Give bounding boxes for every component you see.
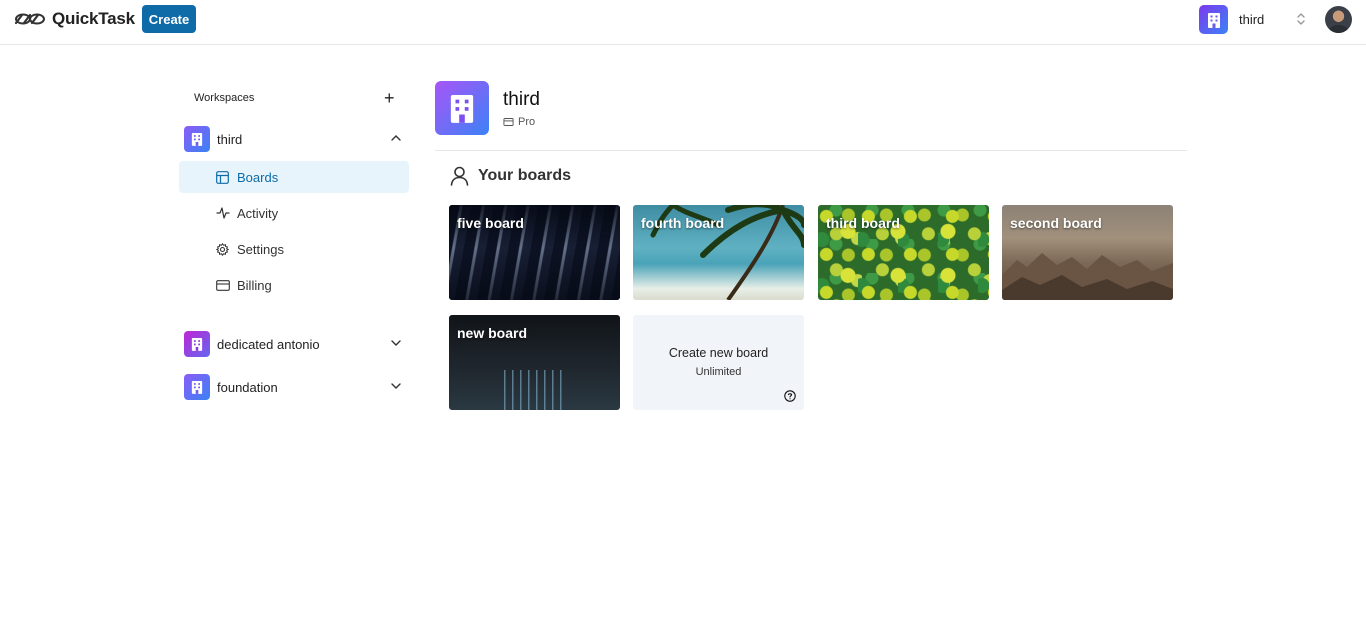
building-icon	[191, 133, 203, 146]
sidebar-workspace-foundation[interactable]: foundation	[179, 373, 409, 401]
infinity-link-icon	[14, 13, 45, 25]
page-title: third	[503, 89, 540, 110]
sidebar-item-label: Boards	[237, 169, 279, 185]
workspace-header-avatar	[435, 81, 489, 135]
sidebar-item-settings[interactable]: Settings	[179, 233, 409, 265]
sidebar-item-label: Activity	[237, 205, 279, 221]
sidebar: Workspaces + third Boards Activity Setti…	[179, 80, 409, 400]
building-icon	[191, 381, 203, 394]
brand-logo[interactable]: QuickTask	[14, 9, 135, 29]
gear-icon	[215, 242, 230, 257]
chevron-up-down-icon	[1297, 13, 1305, 25]
board-title: new board	[457, 325, 528, 341]
activity-icon	[215, 206, 230, 221]
help-circle-icon[interactable]	[784, 390, 796, 402]
boards-heading-label: Your boards	[478, 167, 572, 184]
workspace-switcher-name: third	[1239, 12, 1265, 27]
board-card[interactable]: new board	[449, 315, 620, 410]
chevron-up-icon	[391, 135, 401, 141]
workspace-avatar	[184, 374, 210, 400]
building-icon	[1207, 12, 1220, 28]
building-icon	[191, 338, 203, 351]
board-title: fourth board	[641, 215, 725, 231]
workspaces-header: Workspaces +	[179, 80, 409, 116]
add-workspace-plus-icon[interactable]: +	[384, 89, 395, 107]
workspace-avatar	[184, 126, 210, 152]
credit-card-icon	[215, 278, 230, 293]
sidebar-workspace-dedicated-antonio[interactable]: dedicated antonio	[179, 330, 409, 358]
sidebar-item-label: Settings	[237, 241, 284, 257]
workspace-avatar	[1199, 5, 1228, 34]
chevron-down-icon	[391, 340, 401, 346]
plan-badge: Pro	[503, 116, 535, 128]
create-button[interactable]: Create	[142, 5, 196, 33]
building-icon	[450, 95, 474, 123]
board-card[interactable]: fourth board	[633, 205, 804, 300]
board-card[interactable]: five board	[449, 205, 620, 300]
brand-name: QuickTask	[52, 9, 135, 28]
user-icon	[450, 166, 469, 186]
sidebar-item-billing[interactable]: Billing	[179, 269, 409, 301]
board-title: third board	[826, 215, 900, 231]
sidebar-item-activity[interactable]: Activity	[179, 197, 409, 229]
workspace-name: dedicated antonio	[217, 336, 320, 352]
boards-heading: Your boards	[450, 166, 571, 186]
top-navbar: QuickTask Create third	[0, 0, 1366, 45]
plan-label: Pro	[518, 116, 536, 128]
sidebar-item-label: Billing	[237, 277, 272, 293]
board-title: five board	[457, 215, 524, 231]
sidebar-item-boards[interactable]: Boards	[179, 161, 409, 193]
user-avatar[interactable]	[1325, 6, 1352, 33]
workspaces-label: Workspaces	[194, 92, 255, 104]
board-title: second board	[1010, 215, 1102, 231]
credit-card-icon	[503, 118, 514, 126]
sidebar-workspace-third[interactable]: third	[179, 125, 409, 153]
chevron-down-icon	[391, 383, 401, 389]
workspace-switcher[interactable]: third	[1199, 5, 1315, 34]
layout-icon	[215, 170, 230, 185]
workspace-name: third	[217, 131, 243, 147]
create-board-subtitle: Unlimited	[695, 366, 742, 378]
workspace-avatar	[184, 331, 210, 357]
workspace-name: foundation	[217, 379, 278, 395]
create-board-title: Create new board	[668, 346, 769, 360]
board-card[interactable]: second board	[1002, 205, 1173, 300]
divider	[435, 150, 1187, 151]
board-card[interactable]: third board	[818, 205, 989, 300]
create-new-board-card[interactable]: Create new board Unlimited	[633, 315, 804, 410]
